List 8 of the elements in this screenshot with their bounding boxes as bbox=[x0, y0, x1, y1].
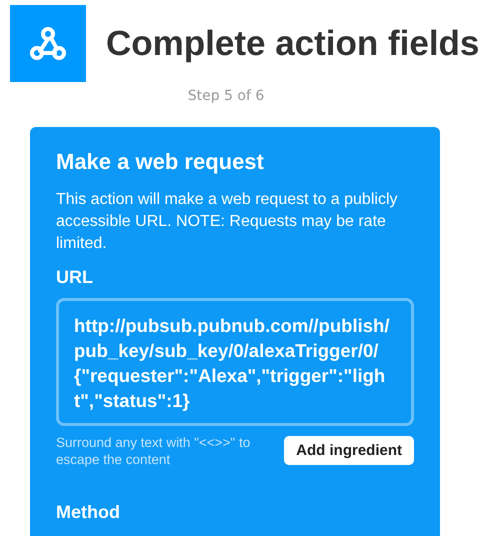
step-indicator: Step 5 of 6 bbox=[186, 88, 266, 104]
action-title: Make a web request bbox=[56, 149, 265, 175]
hint-text: Surround any text with "<<>>" to escape the content bbox=[56, 434, 252, 468]
field-label: URL bbox=[56, 267, 94, 288]
field-label: Method bbox=[56, 502, 121, 523]
add-ingredient-button[interactable]: Add ingredient bbox=[284, 436, 414, 465]
page-title: Complete action fields bbox=[106, 24, 480, 64]
action-description: This action will make a web request to a publicly accessible URL. NOTE: Requests may be rate limited. bbox=[56, 190, 398, 254]
